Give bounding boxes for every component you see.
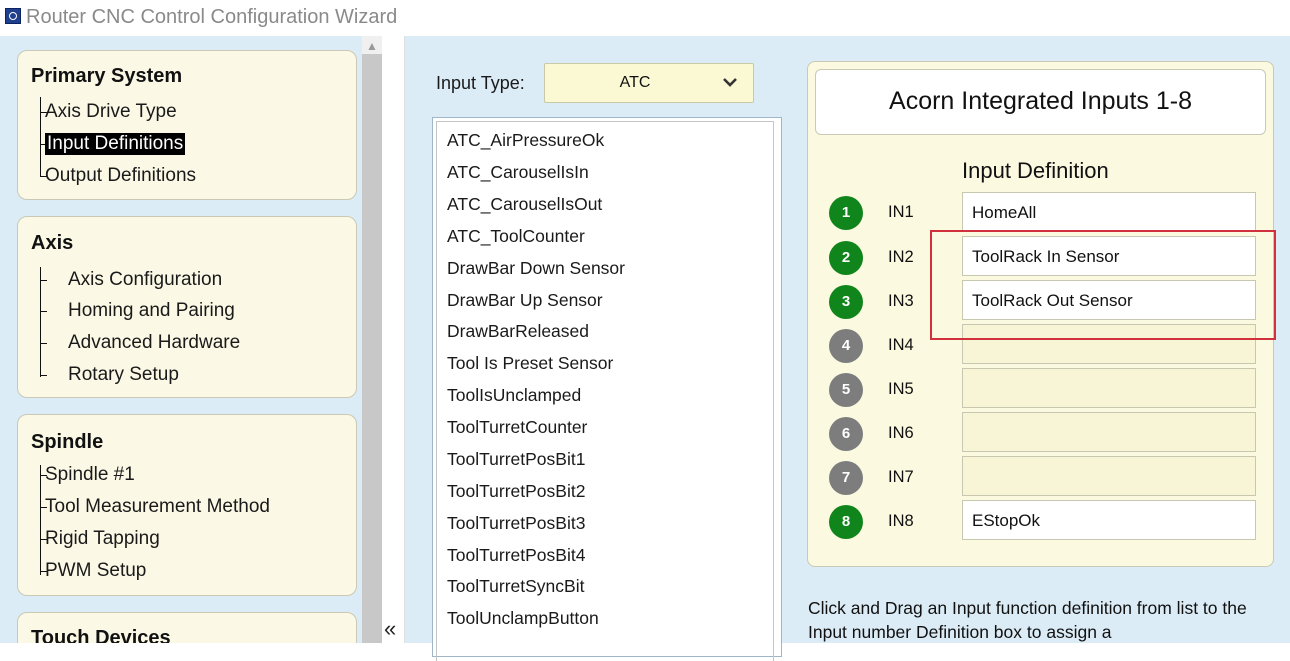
title-bar: Router CNC Control Configuration Wizard — [0, 0, 1290, 36]
list-frame: ATC_AirPressureOk ATC_CarouselIsIn ATC_C… — [436, 121, 774, 661]
input-definition-box-6[interactable] — [962, 412, 1256, 452]
input-definition-value: HomeAll — [972, 203, 1037, 222]
tree-branch — [40, 280, 47, 281]
tree-branch — [40, 311, 47, 312]
sidebar-item-homing-and-pairing[interactable]: Homing and Pairing — [68, 300, 235, 322]
input-definition-box-1[interactable]: HomeAll — [962, 192, 1256, 232]
inputs-header: Acorn Integrated Inputs 1-8 — [889, 87, 1192, 115]
input-badge-1: 1 — [829, 196, 863, 230]
section-primary-system: Primary System Axis Drive Type Input Def… — [17, 50, 357, 200]
section-title: Primary System — [31, 65, 183, 87]
list-item[interactable]: ToolTurretCounter — [447, 417, 587, 438]
input-function-list[interactable]: ATC_AirPressureOk ATC_CarouselIsIn ATC_C… — [432, 117, 782, 661]
input-badge-4: 4 — [829, 329, 863, 363]
input-label-8: IN8 — [888, 512, 914, 530]
input-label-6: IN6 — [888, 424, 914, 442]
input-label-1: IN1 — [888, 203, 914, 221]
app-icon — [5, 8, 21, 24]
section-title: Touch Devices — [31, 627, 171, 643]
input-badge-6: 6 — [829, 417, 863, 451]
input-label-3: IN3 — [888, 292, 914, 310]
input-type-select[interactable]: ATC — [544, 63, 754, 103]
tree-connector — [40, 267, 41, 377]
section-title: Spindle — [31, 431, 104, 453]
list-item[interactable]: ToolTurretPosBit4 — [447, 545, 585, 566]
list-item[interactable]: ToolUnclampButton — [447, 608, 599, 629]
input-type-value: ATC — [619, 74, 651, 91]
list-item[interactable]: ToolTurretSyncBit — [447, 576, 584, 597]
scroll-up-arrow-icon[interactable]: ▲ — [362, 36, 382, 54]
list-item[interactable]: ATC_CarouselIsIn — [447, 162, 589, 183]
sidebar-item-input-definitions[interactable]: Input Definitions — [45, 133, 186, 155]
tree-connector — [40, 97, 41, 177]
input-badge-7: 7 — [829, 461, 863, 495]
input-badge-5: 5 — [829, 373, 863, 407]
sidebar-item-pwm-setup[interactable]: PWM Setup — [45, 560, 146, 582]
list-item[interactable]: DrawBarReleased — [447, 321, 589, 342]
list-item[interactable]: ATC_CarouselIsOut — [447, 194, 602, 215]
list-item[interactable]: ToolIsUnclamped — [447, 385, 581, 406]
inputs-header-box: Acorn Integrated Inputs 1-8 — [815, 69, 1266, 135]
tree-branch — [40, 375, 47, 376]
help-text: Click and Drag an Input function definit… — [808, 598, 1247, 642]
input-label-7: IN7 — [888, 468, 914, 486]
list-item[interactable]: ToolTurretPosBit2 — [447, 481, 585, 502]
tree-connector — [40, 465, 41, 575]
section-touch-devices: Touch Devices — [17, 612, 357, 643]
collapse-sidebar-button[interactable]: « — [384, 616, 396, 642]
sidebar-item-tool-measurement-method[interactable]: Tool Measurement Method — [45, 496, 270, 518]
sidebar-scrollbar[interactable] — [362, 36, 382, 643]
section-title: Axis — [31, 232, 74, 254]
panel-splitter[interactable] — [382, 36, 405, 643]
sidebar-item-axis-configuration[interactable]: Axis Configuration — [68, 269, 222, 291]
main-area: Primary System Axis Drive Type Input Def… — [0, 36, 1290, 661]
input-badge-2: 2 — [829, 241, 863, 275]
input-badge-8: 8 — [829, 505, 863, 539]
input-definition-box-8[interactable]: EStopOk — [962, 500, 1256, 540]
sidebar-item-rigid-tapping[interactable]: Rigid Tapping — [45, 528, 160, 550]
list-item[interactable]: DrawBar Down Sensor — [447, 258, 625, 279]
list-item[interactable]: DrawBar Up Sensor — [447, 290, 603, 311]
input-type-label: Input Type: — [436, 73, 525, 93]
sidebar-item-rotary-setup[interactable]: Rotary Setup — [68, 364, 179, 386]
sidebar-item-spindle-1[interactable]: Spindle #1 — [45, 464, 135, 486]
section-axis: Axis Axis Configuration Homing and Pairi… — [17, 216, 357, 398]
list-item[interactable]: ToolTurretPosBit1 — [447, 449, 585, 470]
input-label-2: IN2 — [888, 248, 914, 266]
list-item[interactable]: ATC_AirPressureOk — [447, 130, 604, 151]
sidebar-item-advanced-hardware[interactable]: Advanced Hardware — [68, 332, 240, 354]
chevron-down-icon — [723, 78, 737, 87]
highlight-annotation — [930, 230, 1276, 340]
list-item[interactable]: Tool Is Preset Sensor — [447, 353, 613, 374]
input-definition-value: EStopOk — [972, 511, 1041, 530]
tree-branch — [40, 343, 47, 344]
input-label-5: IN5 — [888, 380, 914, 398]
input-badge-3: 3 — [829, 285, 863, 319]
input-label-4: IN4 — [888, 336, 914, 354]
window-title: Router CNC Control Configuration Wizard — [26, 6, 398, 28]
input-definition-title: Input Definition — [962, 158, 1109, 183]
input-definition-box-7[interactable] — [962, 456, 1256, 496]
input-definition-box-5[interactable] — [962, 368, 1256, 408]
sidebar-item-axis-drive-type[interactable]: Axis Drive Type — [45, 101, 177, 123]
list-item[interactable]: ToolTurretPosBit3 — [447, 513, 585, 534]
sidebar-item-output-definitions[interactable]: Output Definitions — [45, 165, 196, 187]
list-item[interactable]: ATC_ToolCounter — [447, 226, 585, 247]
section-spindle: Spindle Spindle #1 Tool Measurement Meth… — [17, 414, 357, 596]
sidebar: Primary System Axis Drive Type Input Def… — [0, 36, 362, 643]
